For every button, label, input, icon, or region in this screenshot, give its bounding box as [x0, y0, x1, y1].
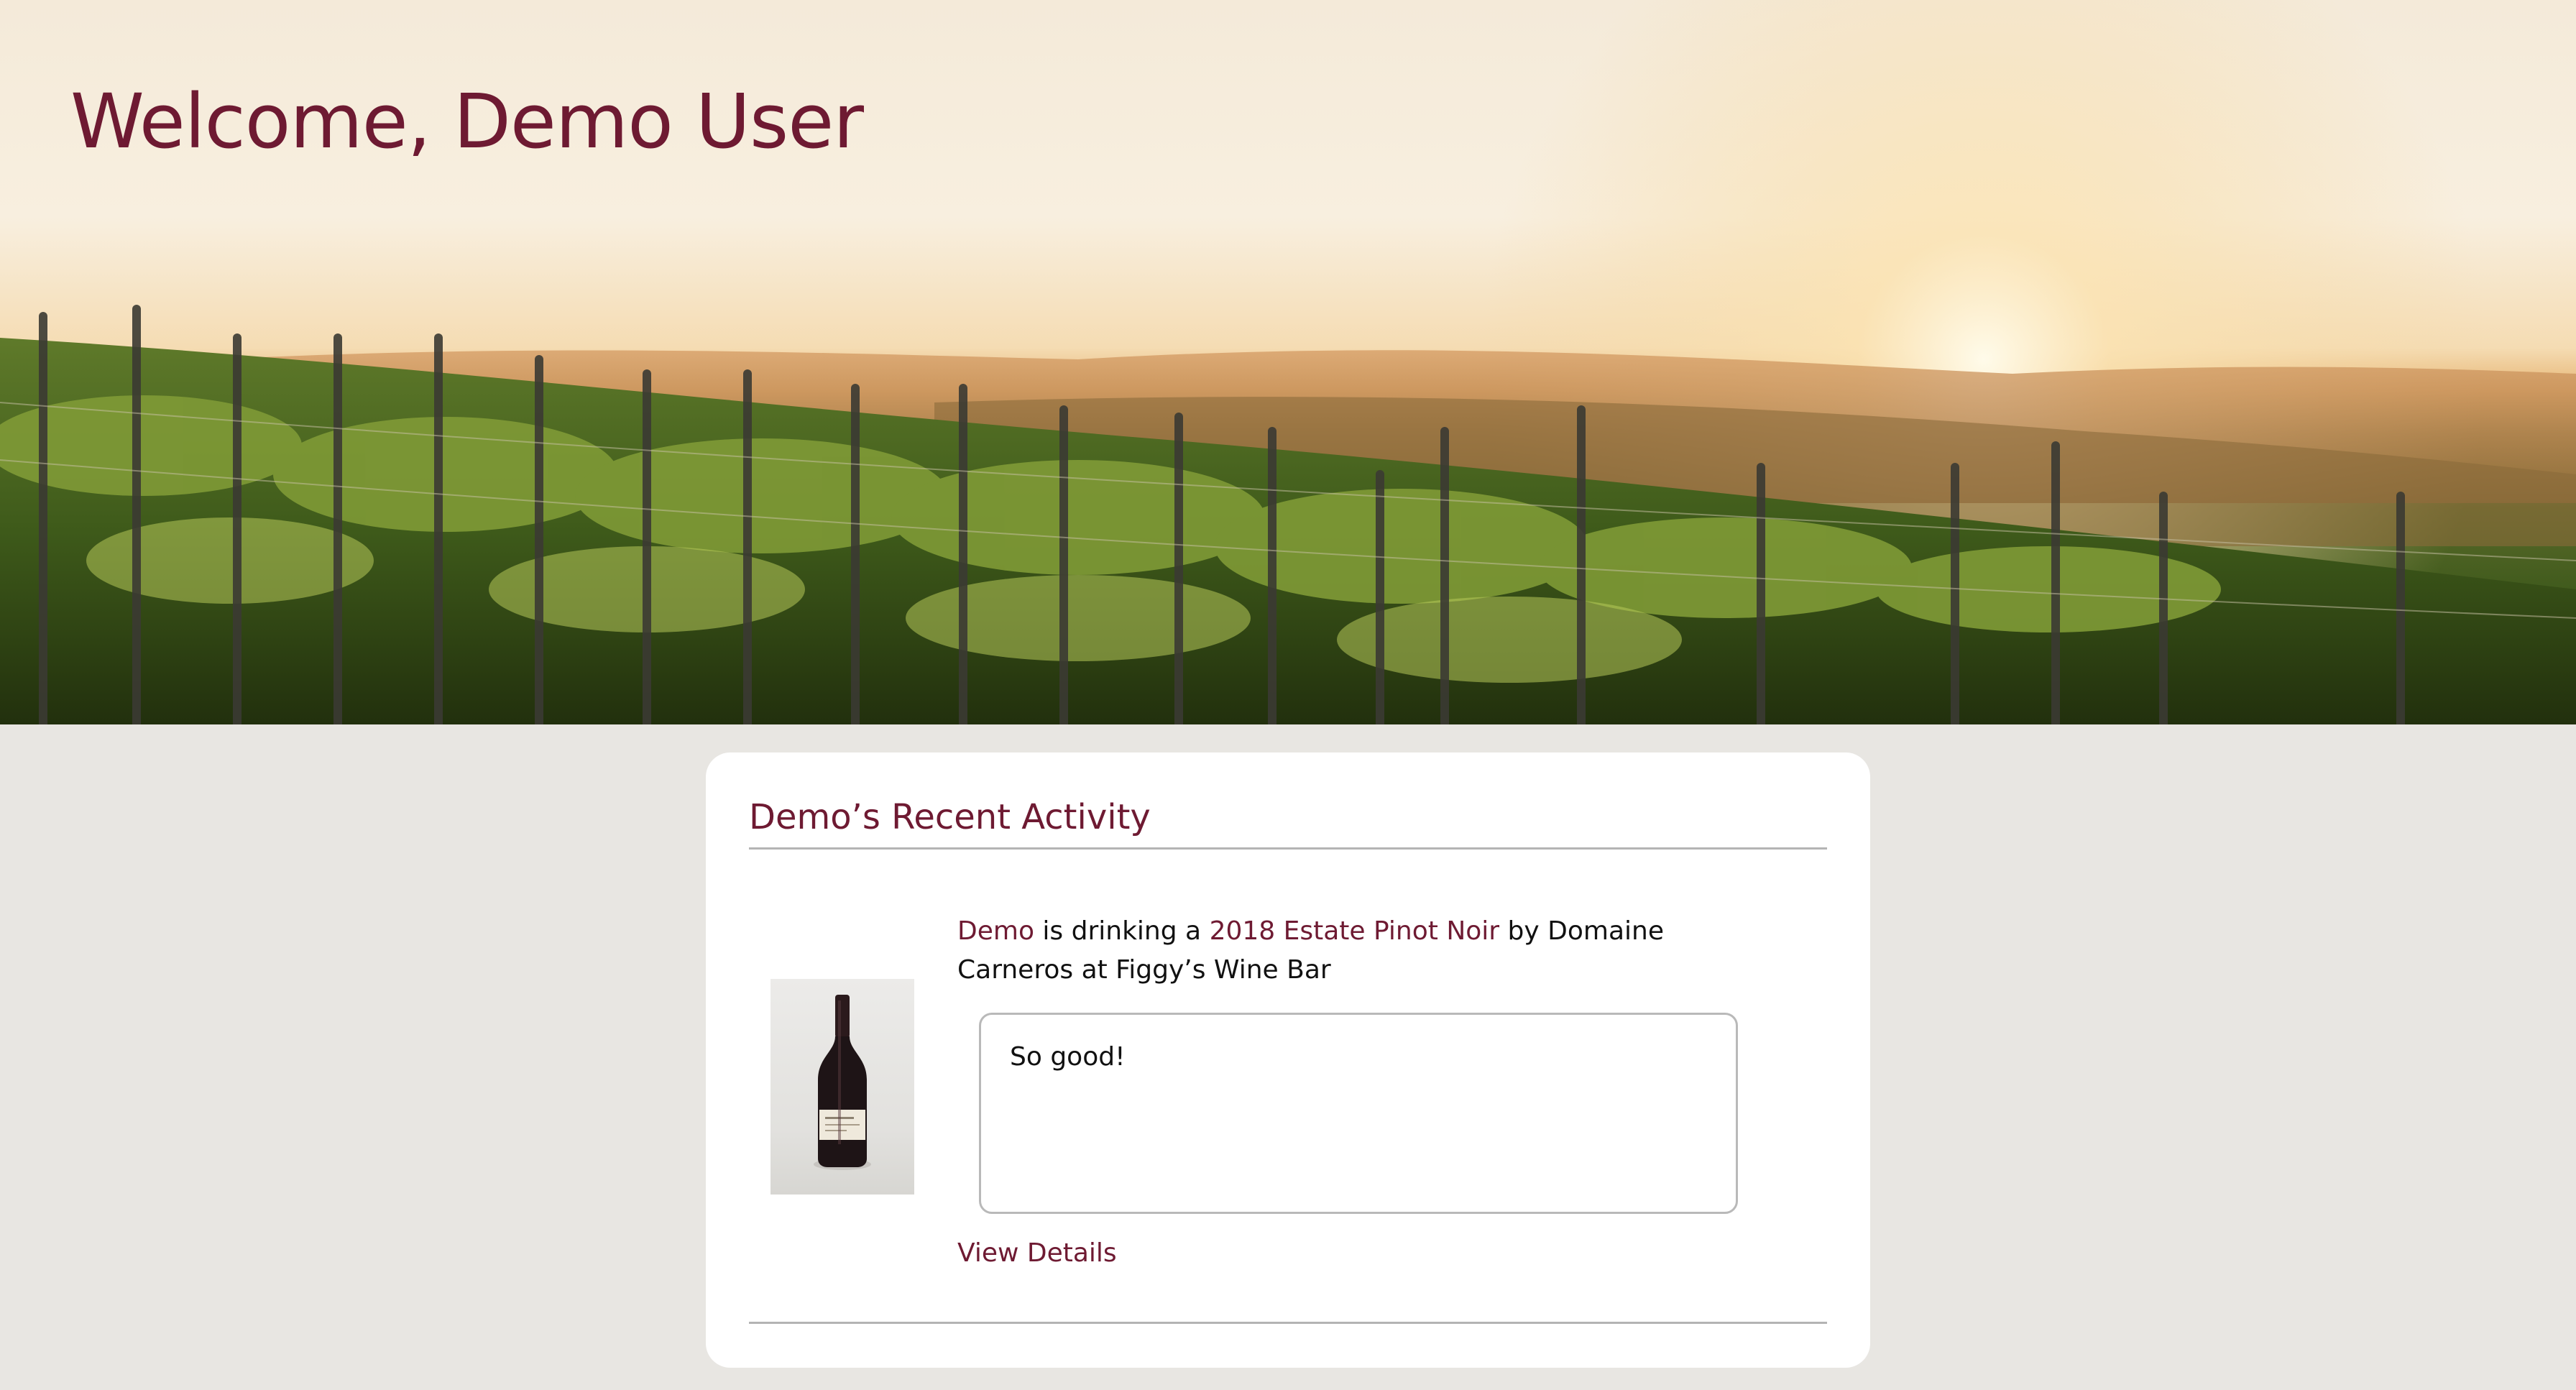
- wine-bottle-image[interactable]: [770, 979, 914, 1195]
- recent-activity-title: Demo’s Recent Activity: [749, 797, 1151, 837]
- recent-activity-card: Demo’s Recent Activity Demo is drinking …: [706, 752, 1870, 1368]
- activity-description: Demo is drinking a 2018 Estate Pinot Noi…: [957, 912, 1784, 990]
- user-link[interactable]: Demo: [957, 916, 1034, 946]
- hero-banner: Welcome, Demo User: [0, 0, 2576, 724]
- comment-text: So good!: [1010, 1042, 1126, 1072]
- activity-divider: [749, 1322, 1827, 1324]
- title-divider: [749, 847, 1827, 850]
- comment-box: So good!: [979, 1013, 1738, 1214]
- wine-link[interactable]: 2018 Estate Pinot Noir: [1210, 916, 1500, 946]
- view-details-link[interactable]: View Details: [957, 1238, 1117, 1268]
- activity-text-1: is drinking a: [1034, 916, 1210, 946]
- welcome-heading: Welcome, Demo User: [70, 78, 864, 165]
